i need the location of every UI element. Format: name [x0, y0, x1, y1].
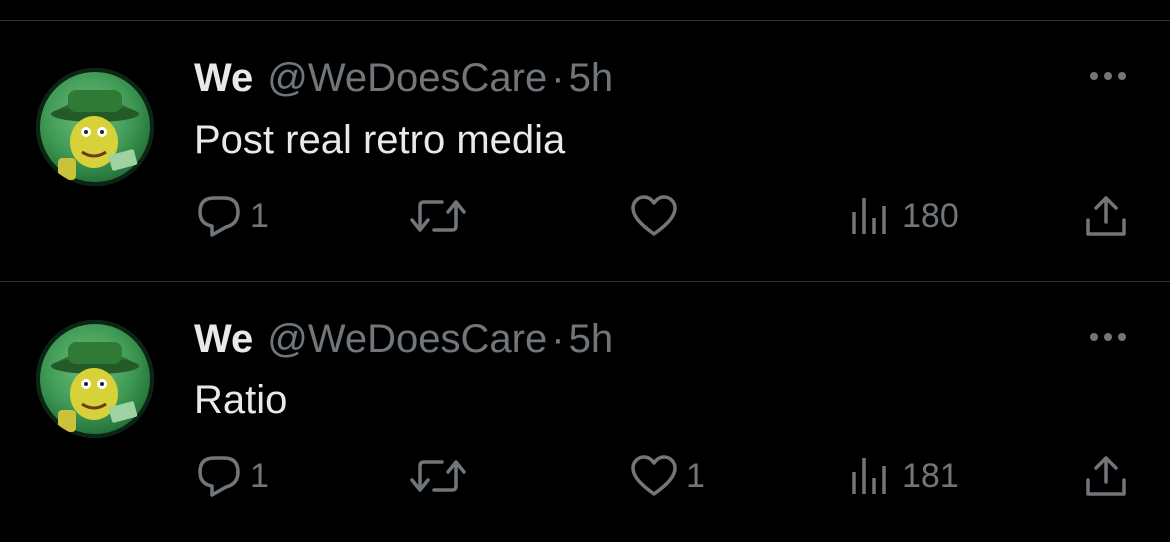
view-count: 180: [902, 196, 959, 235]
repost-icon: [410, 460, 466, 492]
heart-icon: [631, 195, 677, 236]
repost-icon: [410, 200, 466, 232]
reply-icon: [198, 456, 240, 497]
post-time[interactable]: 5h: [569, 56, 614, 100]
author-handle[interactable]: @WeDoesCare: [267, 317, 547, 361]
post[interactable]: We @WeDoesCare · 5h Post real retro media 1: [0, 21, 1170, 281]
views-icon: [852, 198, 886, 234]
reply-icon: [198, 196, 240, 237]
repost-button[interactable]: [410, 452, 474, 500]
post-time[interactable]: 5h: [569, 317, 614, 361]
post-header: We @WeDoesCare · 5h: [194, 54, 613, 102]
share-button[interactable]: [1084, 192, 1128, 240]
post-text: Post real retro media: [194, 118, 566, 162]
avatar[interactable]: [36, 320, 154, 438]
more-button[interactable]: [1086, 66, 1130, 86]
post-text: Ratio: [194, 378, 288, 422]
share-icon: [1086, 196, 1126, 236]
like-button[interactable]: 1: [630, 452, 705, 500]
like-button[interactable]: [630, 192, 686, 240]
share-icon: [1086, 456, 1126, 496]
more-button[interactable]: [1086, 327, 1130, 347]
reply-button[interactable]: 1: [196, 192, 269, 240]
like-count: 1: [686, 456, 705, 495]
post-header: We @WeDoesCare · 5h: [194, 315, 613, 363]
views-icon: [852, 458, 886, 494]
post[interactable]: We @WeDoesCare · 5h Ratio 1 1 181: [0, 282, 1170, 542]
avatar-image: [51, 90, 139, 180]
views-button[interactable]: 180: [850, 192, 959, 240]
reply-button[interactable]: 1: [196, 452, 269, 500]
avatar[interactable]: [36, 68, 154, 186]
view-count: 181: [902, 456, 959, 495]
author-name[interactable]: We: [194, 56, 253, 100]
more-icon: [1090, 72, 1126, 80]
heart-icon: [631, 455, 677, 496]
share-button[interactable]: [1084, 452, 1128, 500]
separator-dot: ·: [551, 56, 565, 100]
more-icon: [1090, 333, 1126, 341]
separator-dot: ·: [551, 317, 565, 361]
avatar-image: [51, 342, 139, 432]
author-handle[interactable]: @WeDoesCare: [267, 56, 547, 100]
author-name[interactable]: We: [194, 317, 253, 361]
repost-button[interactable]: [410, 192, 474, 240]
views-button[interactable]: 181: [850, 452, 959, 500]
reply-count: 1: [250, 456, 269, 495]
reply-count: 1: [250, 196, 269, 235]
